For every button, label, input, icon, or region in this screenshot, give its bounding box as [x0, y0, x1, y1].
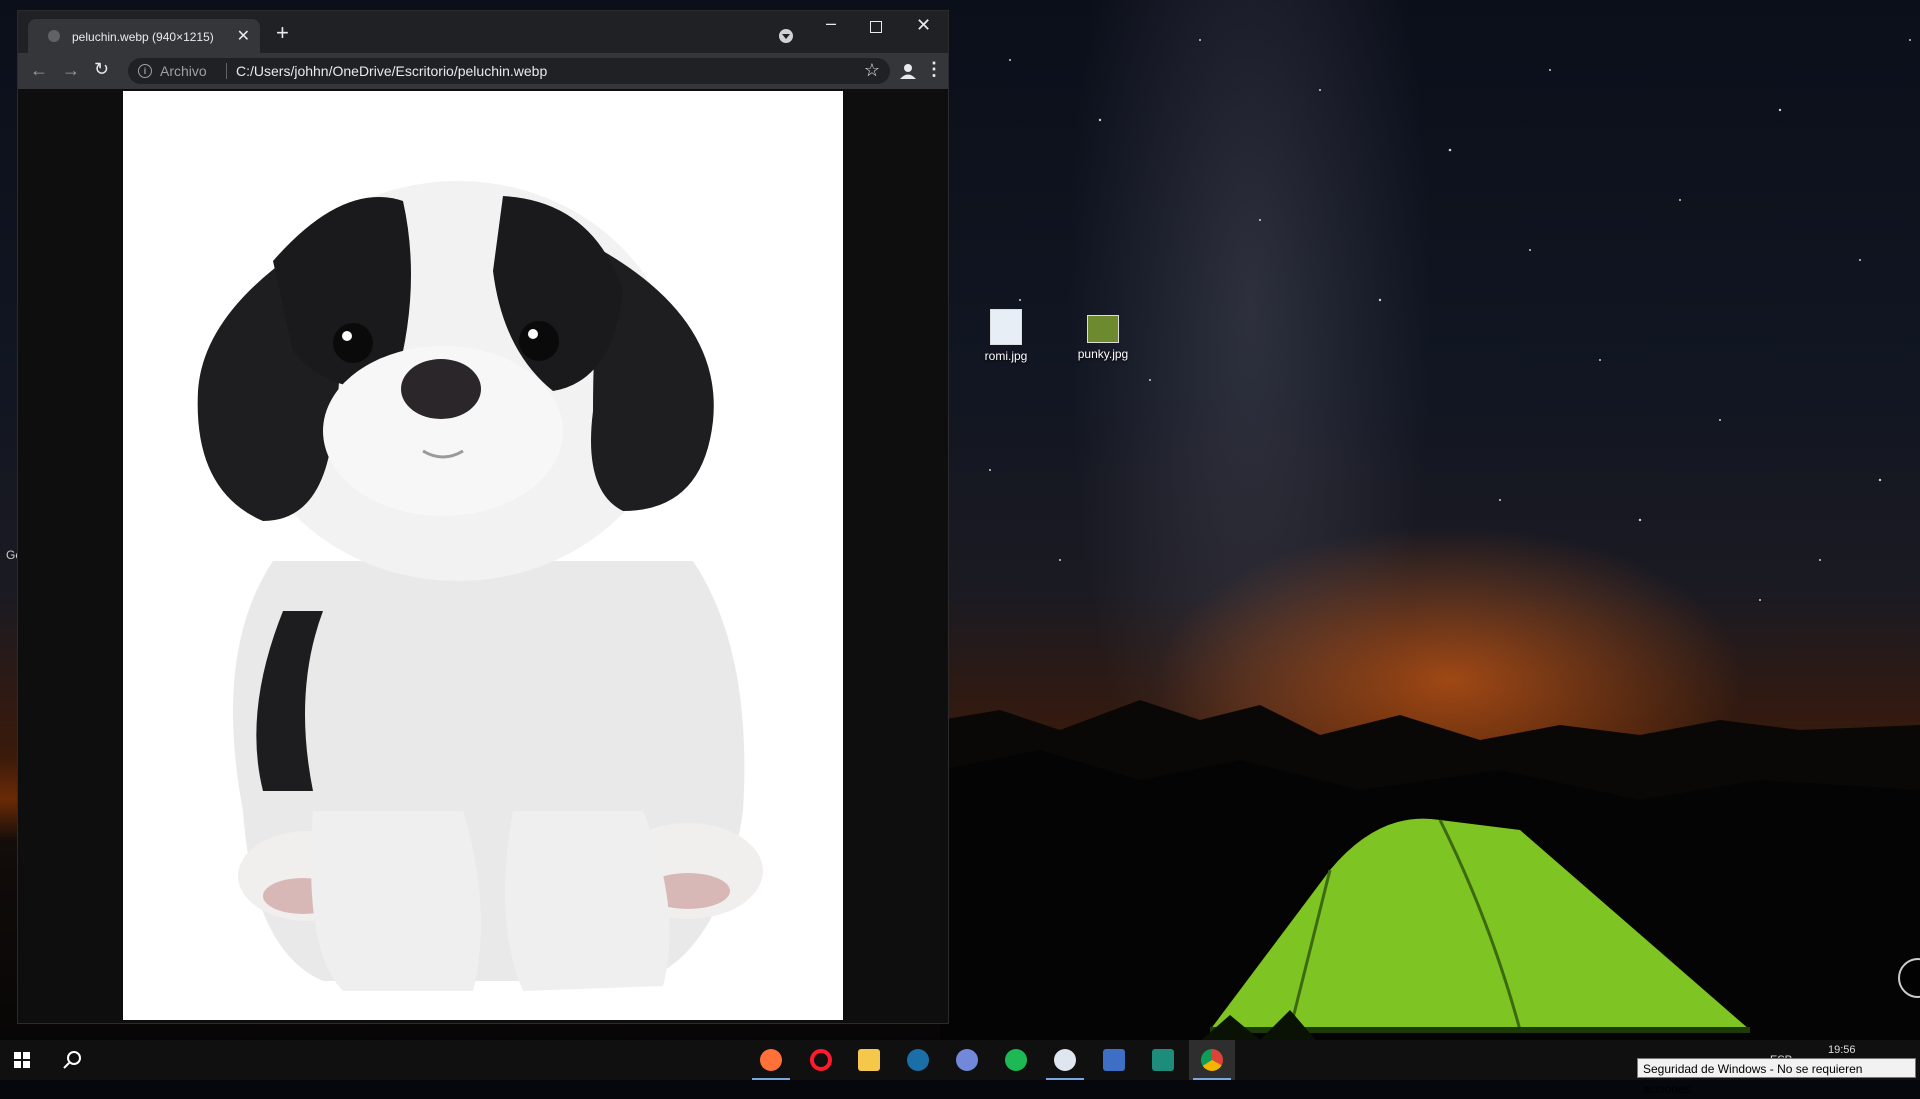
new-tab-button[interactable]: + [276, 22, 289, 44]
kebab-menu-icon[interactable]: ⋮ [925, 59, 943, 80]
taskbar-app-w[interactable] [1042, 1040, 1088, 1080]
network-app-icon [1103, 1049, 1125, 1071]
image-file-icon [1087, 315, 1119, 343]
tab-search-button[interactable] [779, 29, 793, 43]
browser-window: peluchin.webp (940×1215) ✕ + – ✕ ← → ↻ i… [17, 10, 949, 1024]
taskbar-discord[interactable] [944, 1040, 990, 1080]
firefox-icon [760, 1049, 782, 1071]
taskbar-steam[interactable] [895, 1040, 941, 1080]
app-s-icon [1152, 1049, 1174, 1071]
folder-icon [858, 1049, 880, 1071]
desktop-icon-label: punky.jpg [1077, 347, 1129, 361]
bookmark-star-icon[interactable]: ☆ [864, 60, 880, 81]
page-viewport [18, 89, 948, 1023]
taskbar-spotify[interactable] [993, 1040, 1039, 1080]
desktop-icon-punky[interactable]: punky.jpg [1060, 309, 1146, 361]
address-bar[interactable]: i Archivo C:/Users/johhn/OneDrive/Escrit… [128, 58, 890, 84]
desktop-icon-label: romi.jpg [984, 349, 1028, 363]
puppy-figurine-image [197, 181, 763, 991]
reload-button[interactable]: ↻ [94, 59, 109, 80]
tab-active[interactable]: peluchin.webp (940×1215) ✕ [28, 19, 260, 53]
chrome-icon [1201, 1049, 1223, 1071]
taskbar-firefox[interactable] [748, 1040, 794, 1080]
search-icon[interactable] [62, 1050, 82, 1070]
steam-icon [907, 1049, 929, 1071]
globe-icon [48, 30, 60, 42]
minimize-button[interactable]: – [826, 13, 836, 34]
desktop-icon-romi[interactable]: romi.jpg [963, 309, 1049, 363]
app-w-icon [1054, 1049, 1076, 1071]
maximize-button[interactable] [870, 21, 882, 33]
tab-strip: peluchin.webp (940×1215) ✕ + – ✕ [18, 11, 948, 53]
close-window-button[interactable]: ✕ [916, 15, 931, 36]
taskbar-app-s[interactable] [1140, 1040, 1186, 1080]
info-icon[interactable]: i [138, 64, 152, 78]
image-file-icon [990, 309, 1022, 345]
taskbar-chrome[interactable] [1189, 1040, 1235, 1080]
displayed-image[interactable] [123, 91, 843, 1020]
url-text[interactable]: C:/Users/johhn/OneDrive/Escritorio/peluc… [236, 63, 547, 79]
taskbar-network-app[interactable] [1091, 1040, 1137, 1080]
scheme-label: Archivo [160, 63, 207, 79]
omnibox-separator [226, 63, 227, 79]
browser-toolbar: ← → ↻ i Archivo C:/Users/johhn/OneDrive/… [18, 53, 948, 89]
windows-start-icon[interactable] [14, 1052, 30, 1068]
discord-icon [956, 1049, 978, 1071]
taskbar-file-explorer[interactable] [846, 1040, 892, 1080]
opera-icon [810, 1049, 832, 1071]
taskbar: ESP 19:56 [0, 1040, 1920, 1080]
back-button[interactable]: ← [30, 60, 48, 81]
taskbar-opera[interactable] [798, 1040, 844, 1080]
close-tab-icon[interactable]: ✕ [237, 26, 250, 46]
spotify-icon [1005, 1049, 1027, 1071]
tab-title: peluchin.webp (940×1215) [72, 30, 214, 44]
windows-security-tooltip: Seguridad de Windows - No se requieren a… [1637, 1058, 1916, 1096]
wallpaper-tent [1190, 818, 1790, 1050]
forward-button[interactable]: → [62, 60, 80, 81]
clock[interactable]: 19:56 [1828, 1044, 1856, 1056]
profile-icon[interactable] [898, 61, 918, 81]
